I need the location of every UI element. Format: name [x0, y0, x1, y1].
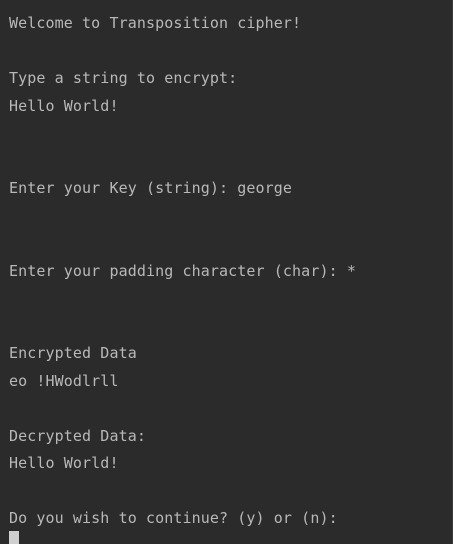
- padding-prompt-line: Enter your padding character (char): *: [9, 262, 356, 280]
- decrypted-label: Decrypted Data:: [9, 427, 146, 445]
- encrypt-input-echo: Hello World!: [9, 97, 119, 115]
- decrypted-value: Hello World!: [9, 454, 119, 472]
- padding-prompt: Enter your padding character (char):: [9, 262, 347, 280]
- padding-input-echo: *: [346, 262, 356, 280]
- continue-prompt: Do you wish to continue? (y) or (n):: [9, 509, 338, 527]
- encrypted-label: Encrypted Data: [9, 344, 137, 362]
- welcome-message: Welcome to Transposition cipher!: [9, 14, 302, 32]
- text-cursor[interactable]: [9, 531, 19, 544]
- encrypt-prompt: Type a string to encrypt:: [9, 69, 238, 87]
- console-output[interactable]: Welcome to Transposition cipher! Type a …: [0, 0, 453, 544]
- key-prompt: Enter your Key (string):: [9, 179, 238, 197]
- key-input-echo: george: [237, 179, 293, 197]
- encrypted-value: eo !HWodlrll: [9, 372, 119, 390]
- key-prompt-line: Enter your Key (string): george: [9, 179, 292, 197]
